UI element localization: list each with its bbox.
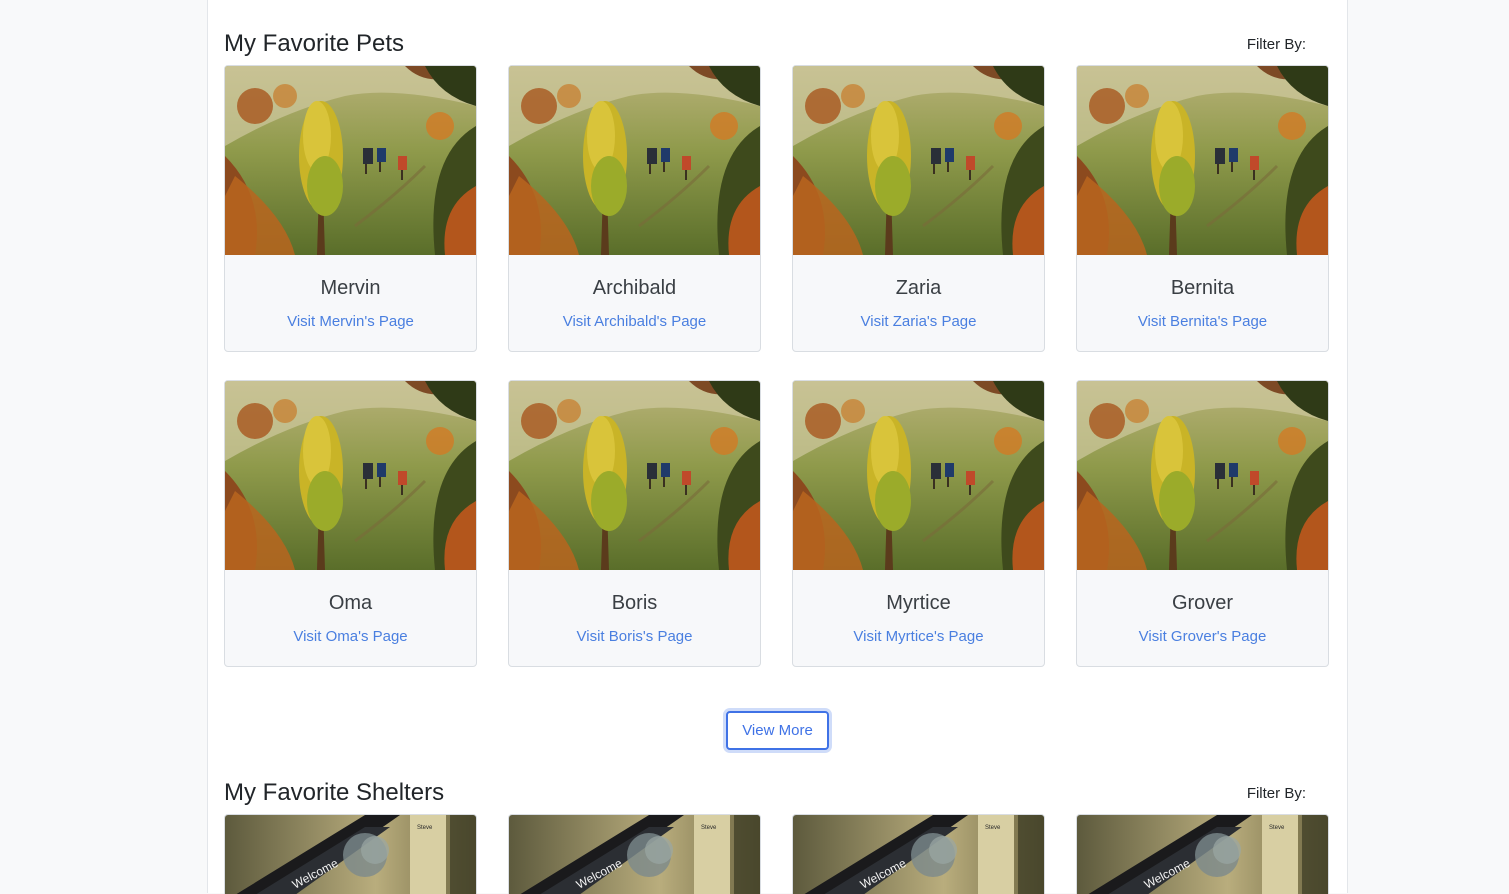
pets-filter-label[interactable]: Filter By:: [1247, 36, 1306, 53]
shelter-photo-label: Steve: [417, 825, 433, 831]
shelter-card: Welcome Steve: [792, 814, 1045, 894]
visit-pet-page-link[interactable]: Visit Grover's Page: [1077, 628, 1328, 645]
pet-card: Boris Visit Boris's Page: [508, 380, 761, 667]
visit-pet-page-link[interactable]: Visit Archibald's Page: [509, 313, 760, 330]
shelter-photo-label: Steve: [1269, 825, 1285, 831]
visit-pet-page-link[interactable]: Visit Zaria's Page: [793, 313, 1044, 330]
visit-pet-page-link[interactable]: Visit Boris's Page: [509, 628, 760, 645]
shelter-card: Welcome Steve: [508, 814, 761, 894]
pet-name: Oma: [328, 592, 373, 614]
pet-card: Mervin Visit Mervin's Page: [224, 65, 477, 352]
pet-name: Myrtice: [886, 592, 951, 614]
pets-section-header: My Favorite Pets Filter By:: [224, 30, 1318, 58]
pet-name: Mervin: [320, 277, 381, 299]
pet-name: Bernita: [1170, 277, 1235, 299]
shelter-photo-label: Steve: [985, 825, 1001, 831]
shelters-section-header: My Favorite Shelters Filter By:: [224, 779, 1318, 807]
pet-photo: [225, 381, 476, 570]
pet-name: Boris: [611, 592, 658, 614]
shelters-filter-label[interactable]: Filter By:: [1247, 785, 1306, 802]
main-content: My Favorite Pets Filter By: Mervin Visit…: [207, 0, 1348, 894]
pet-photo: [509, 66, 760, 255]
pet-card: Myrtice Visit Myrtice's Page: [792, 380, 1045, 667]
pet-card: Bernita Visit Bernita's Page: [1076, 65, 1329, 352]
shelter-photo-label: Steve: [701, 825, 717, 831]
pet-photo: [793, 66, 1044, 255]
pet-name: Grover: [1171, 592, 1234, 614]
pets-grid-row-1: Mervin Visit Mervin's Page Archibald Vis…: [224, 65, 1329, 352]
shelter-photo: Welcome Steve: [225, 815, 476, 894]
pet-photo: [225, 66, 476, 255]
pet-photo: [1077, 381, 1328, 570]
view-more-button[interactable]: View More: [726, 711, 829, 750]
shelters-section-title: My Favorite Shelters: [224, 779, 445, 806]
visit-pet-page-link[interactable]: Visit Mervin's Page: [225, 313, 476, 330]
shelter-card: Welcome Steve: [1076, 814, 1329, 894]
pet-photo: [793, 381, 1044, 570]
pet-photo: [509, 381, 760, 570]
pet-name: Archibald: [592, 277, 677, 299]
pet-card: Grover Visit Grover's Page: [1076, 380, 1329, 667]
visit-pet-page-link[interactable]: Visit Myrtice's Page: [793, 628, 1044, 645]
pet-card: Archibald Visit Archibald's Page: [508, 65, 761, 352]
pet-card: Zaria Visit Zaria's Page: [792, 65, 1045, 352]
pets-grid-row-2: Oma Visit Oma's Page Boris Visit Boris's…: [224, 380, 1329, 667]
shelter-photo: Welcome Steve: [509, 815, 760, 894]
shelter-card: Welcome Steve: [224, 814, 477, 894]
pet-photo: [1077, 66, 1328, 255]
shelter-photo: Welcome Steve: [1077, 815, 1328, 894]
pets-section-title: My Favorite Pets: [224, 30, 405, 57]
pet-name: Zaria: [895, 277, 942, 299]
shelters-grid-row-1: Welcome Steve Welcome Steve Welcome Stev…: [224, 814, 1329, 894]
visit-pet-page-link[interactable]: Visit Bernita's Page: [1077, 313, 1328, 330]
visit-pet-page-link[interactable]: Visit Oma's Page: [225, 628, 476, 645]
shelter-photo: Welcome Steve: [793, 815, 1044, 894]
pet-card: Oma Visit Oma's Page: [224, 380, 477, 667]
